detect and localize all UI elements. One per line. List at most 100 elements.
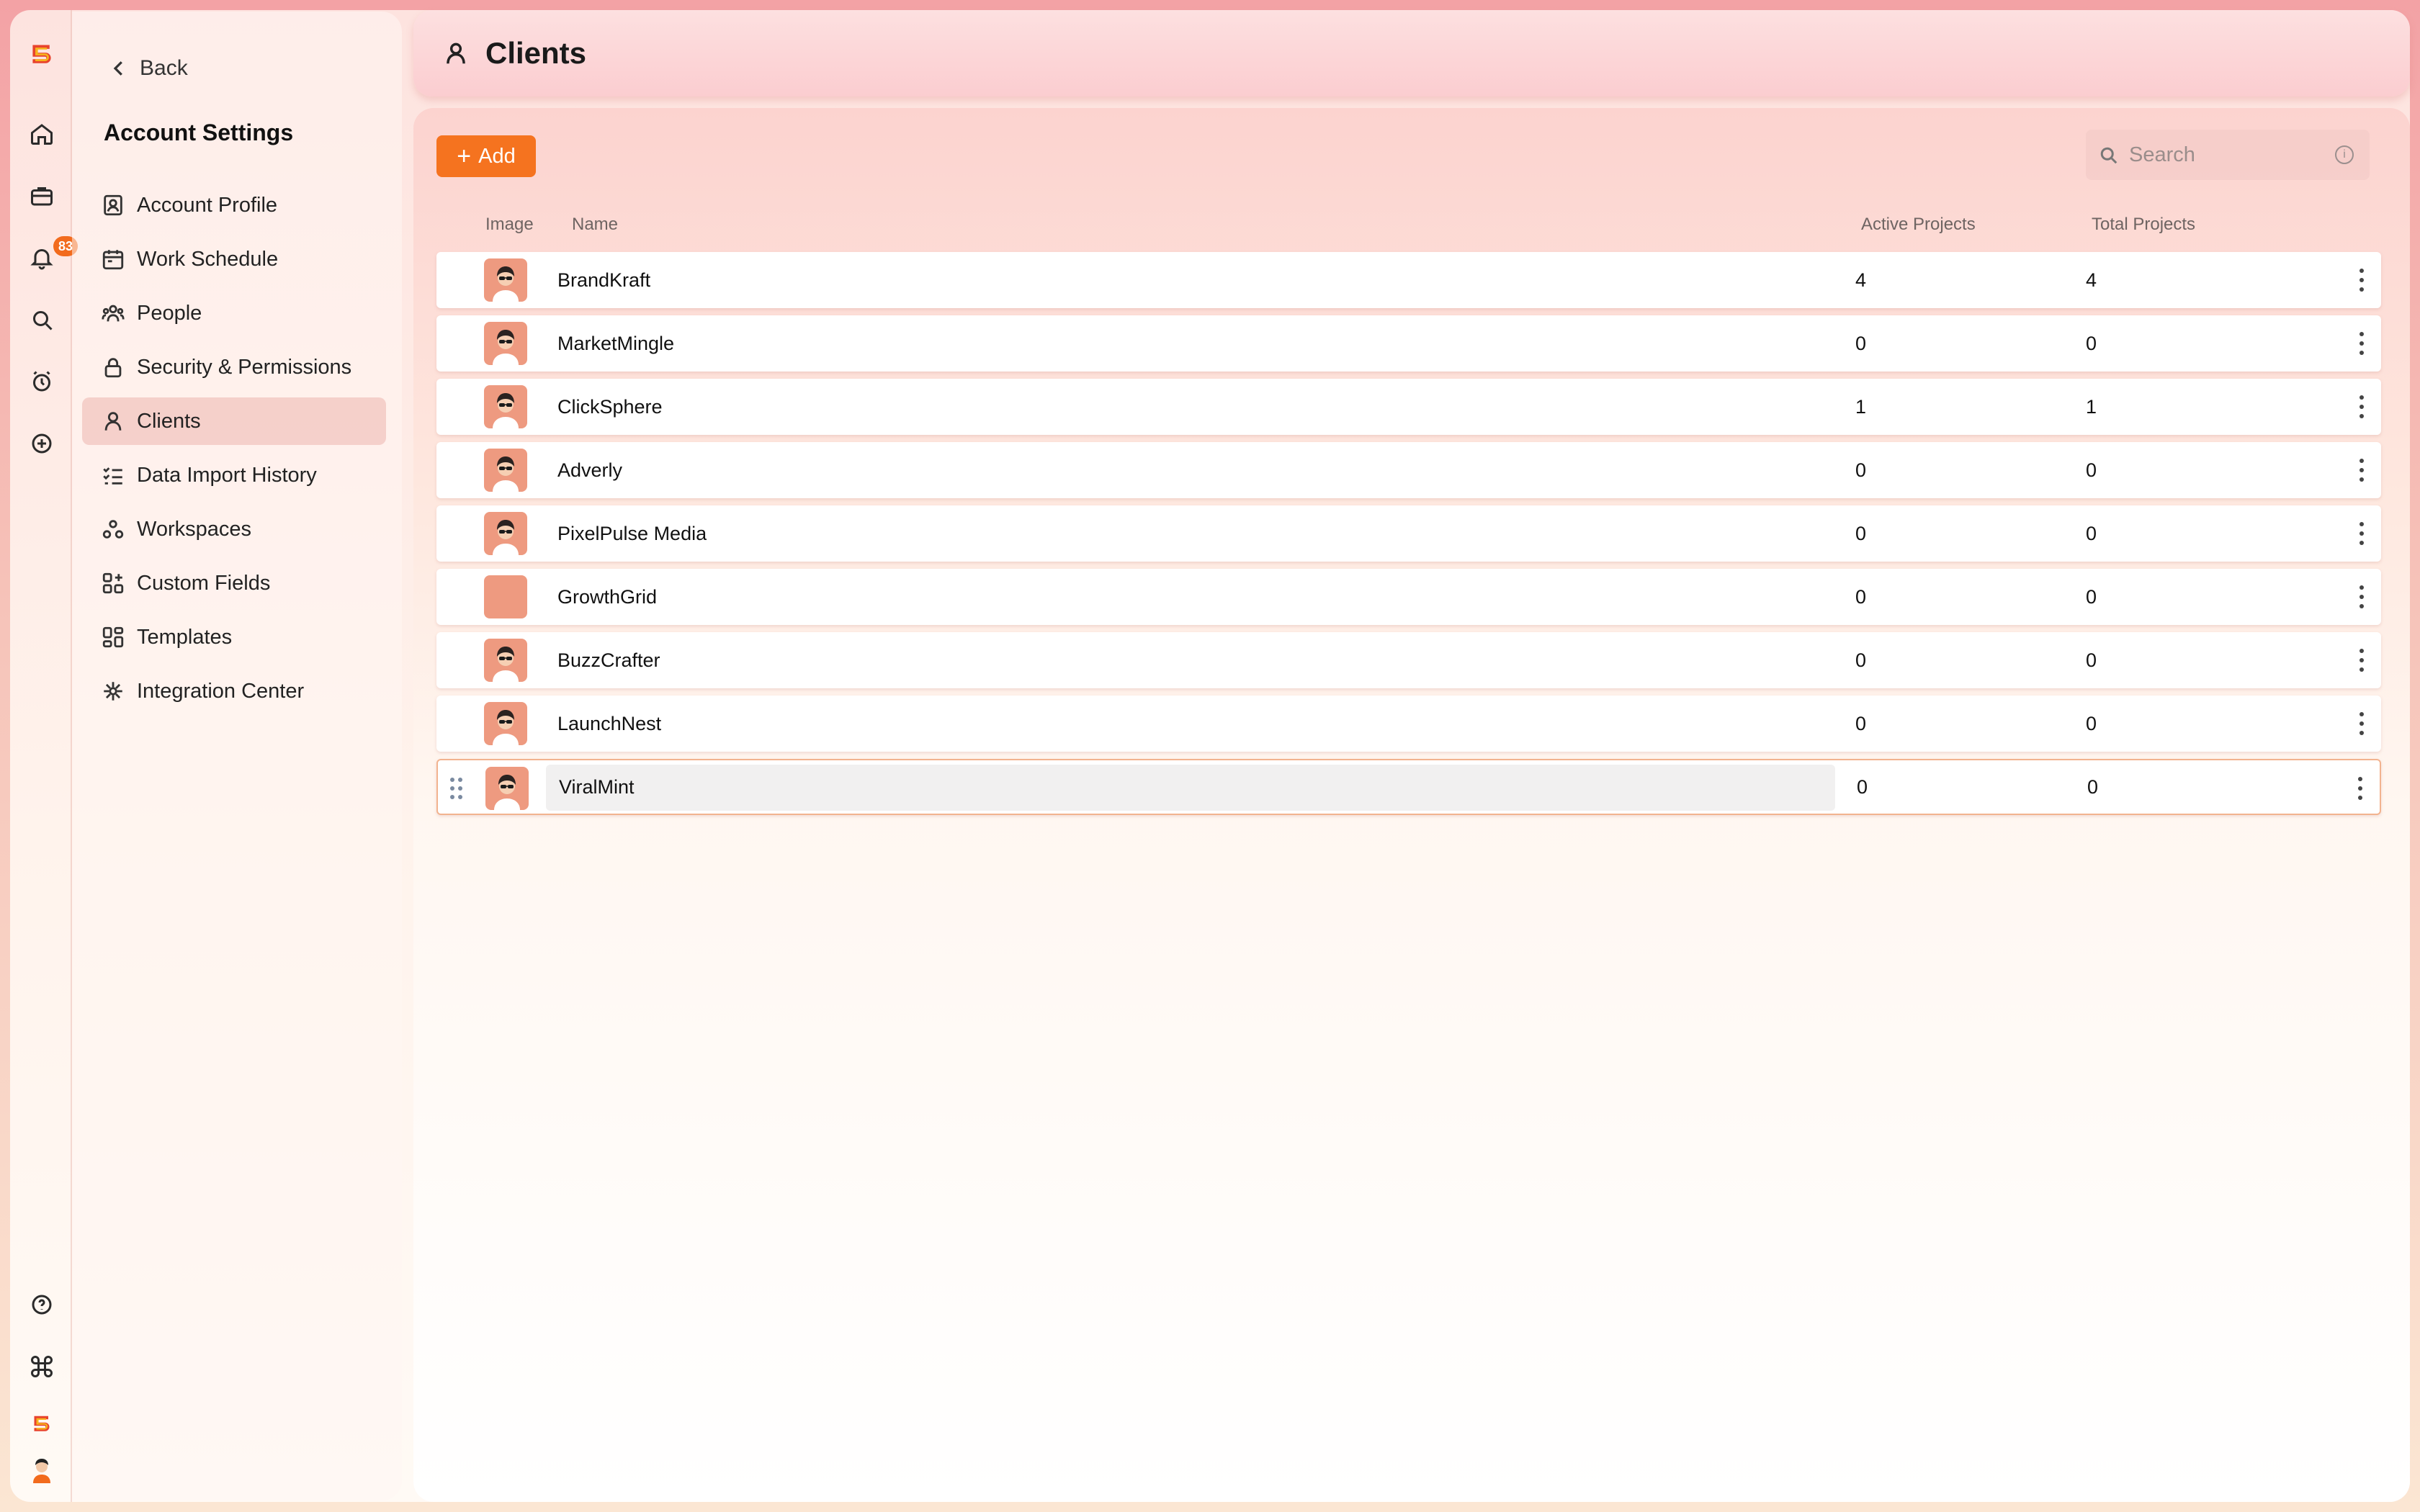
- help-icon[interactable]: [26, 1289, 58, 1320]
- logo-icon[interactable]: [26, 39, 58, 71]
- client-avatar: [484, 449, 527, 492]
- client-name[interactable]: ViralMint: [559, 776, 635, 798]
- timer-icon[interactable]: [26, 366, 58, 397]
- table-row[interactable]: ClickSphere 1 1: [436, 379, 2381, 435]
- more-options-icon[interactable]: [2352, 392, 2371, 422]
- table-row[interactable]: BrandKraft 4 4: [436, 252, 2381, 308]
- search-icon: [2100, 147, 2118, 164]
- active-projects-value: 0: [1855, 332, 1867, 354]
- active-projects-value: 1: [1855, 395, 1867, 418]
- sidebar-item-work-schedule[interactable]: Work Schedule: [82, 235, 386, 283]
- sidebar-title: Account Settings: [104, 120, 294, 145]
- name-edit-field[interactable]: [546, 765, 1835, 811]
- custom-fields-icon: [102, 572, 124, 594]
- sidebar-item-label: Workspaces: [137, 517, 252, 541]
- more-options-icon[interactable]: [2352, 582, 2371, 612]
- info-icon[interactable]: i: [2335, 145, 2354, 164]
- sidebar-item-label: People: [137, 301, 202, 325]
- page-title: Clients: [485, 36, 587, 70]
- column-header-name[interactable]: Name: [572, 215, 618, 235]
- back-label: Back: [140, 56, 188, 80]
- total-projects-value: 4: [2086, 269, 2097, 291]
- logo-small-icon[interactable]: [26, 1408, 58, 1440]
- client-name[interactable]: BuzzCrafter: [557, 649, 660, 672]
- active-projects-value: 0: [1855, 585, 1867, 608]
- plus-circle-icon[interactable]: [26, 428, 58, 459]
- plus-icon: +: [457, 143, 472, 170]
- total-projects-value: 0: [2086, 649, 2097, 671]
- search-input[interactable]: [2129, 143, 2331, 167]
- client-name[interactable]: ClickSphere: [557, 396, 663, 418]
- sidebar-item-security[interactable]: Security & Permissions: [82, 343, 386, 391]
- more-options-icon[interactable]: [2352, 455, 2371, 485]
- table-row[interactable]: LaunchNest 0 0: [436, 696, 2381, 752]
- client-avatar: [484, 575, 527, 618]
- search-icon[interactable]: [26, 304, 58, 336]
- table-row[interactable]: GrowthGrid 0 0: [436, 569, 2381, 625]
- client-name[interactable]: Adverly: [557, 459, 622, 482]
- user-avatar-icon[interactable]: [26, 1453, 58, 1485]
- more-options-icon[interactable]: [2352, 328, 2371, 359]
- column-header-image[interactable]: Image: [485, 215, 534, 235]
- sidebar-item-integration-center[interactable]: Integration Center: [82, 667, 386, 715]
- command-icon[interactable]: [26, 1351, 58, 1382]
- lock-icon: [104, 358, 122, 378]
- back-button[interactable]: Back: [108, 56, 188, 81]
- sidebar-item-clients[interactable]: Clients: [82, 397, 386, 445]
- client-name[interactable]: MarketMingle: [557, 333, 674, 355]
- sidebar-item-workspaces[interactable]: Workspaces: [82, 505, 386, 553]
- table-row[interactable]: BuzzCrafter 0 0: [436, 632, 2381, 688]
- bell-icon[interactable]: 83: [26, 236, 78, 274]
- drag-handle-icon[interactable]: [448, 776, 465, 804]
- active-projects-value: 0: [1855, 649, 1867, 671]
- more-options-icon[interactable]: [2352, 518, 2371, 549]
- checklist-icon: [103, 467, 122, 485]
- table-row[interactable]: PixelPulse Media 0 0: [436, 505, 2381, 562]
- sidebar-item-label: Account Profile: [137, 193, 278, 217]
- sidebar-item-label: Work Schedule: [137, 247, 279, 271]
- templates-icon: [102, 626, 124, 648]
- active-projects-value: 4: [1855, 269, 1867, 291]
- total-projects-value: 0: [2086, 522, 2097, 544]
- profile-card-icon: [104, 194, 122, 216]
- table-row[interactable]: Adverly 0 0: [436, 442, 2381, 498]
- client-name[interactable]: GrowthGrid: [557, 586, 657, 608]
- sidebar-item-account-profile[interactable]: Account Profile: [82, 181, 386, 229]
- active-projects-value: 0: [1855, 712, 1867, 734]
- client-avatar: [484, 639, 527, 682]
- add-client-button[interactable]: + Add: [436, 135, 536, 177]
- sidebar-item-templates[interactable]: Templates: [82, 613, 386, 661]
- client-avatar: [484, 512, 527, 555]
- more-options-icon[interactable]: [2351, 773, 2370, 804]
- column-header-active-projects[interactable]: Active Projects: [1861, 215, 1976, 235]
- sidebar-item-label: Integration Center: [137, 679, 305, 703]
- briefcase-icon[interactable]: [26, 180, 58, 212]
- client-name[interactable]: PixelPulse Media: [557, 523, 707, 545]
- add-button-label: Add: [478, 144, 516, 168]
- sidebar-item-data-import-history[interactable]: Data Import History: [82, 451, 386, 499]
- sidebar-item-label: Clients: [137, 409, 201, 433]
- total-projects-value: 0: [2086, 459, 2097, 481]
- sidebar-item-people[interactable]: People: [82, 289, 386, 337]
- sidebar-item-label: Templates: [137, 625, 233, 649]
- column-header-total-projects[interactable]: Total Projects: [2092, 215, 2195, 235]
- active-projects-value: 0: [1855, 522, 1867, 544]
- integration-icon: [104, 682, 122, 701]
- more-options-icon[interactable]: [2352, 265, 2371, 295]
- more-options-icon[interactable]: [2352, 708, 2371, 739]
- total-projects-value: 0: [2086, 332, 2097, 354]
- chevron-left-icon: [113, 61, 122, 76]
- sidebar-item-label: Custom Fields: [137, 571, 271, 595]
- sidebar-item-label: Security & Permissions: [137, 355, 352, 379]
- total-projects-value: 0: [2087, 775, 2099, 798]
- client-icon: [104, 412, 122, 431]
- table-row[interactable]: MarketMingle 0 0: [436, 315, 2381, 372]
- clients-table: BrandKraft 4 4 MarketMingle 0 0 ClickSph…: [436, 252, 2381, 822]
- more-options-icon[interactable]: [2352, 645, 2371, 675]
- client-name[interactable]: BrandKraft: [557, 269, 650, 292]
- table-row[interactable]: ViralMint 0 0: [436, 759, 2381, 815]
- client-name[interactable]: LaunchNest: [557, 713, 661, 735]
- client-avatar: [484, 258, 527, 302]
- home-icon[interactable]: [26, 118, 58, 150]
- sidebar-item-custom-fields[interactable]: Custom Fields: [82, 559, 386, 607]
